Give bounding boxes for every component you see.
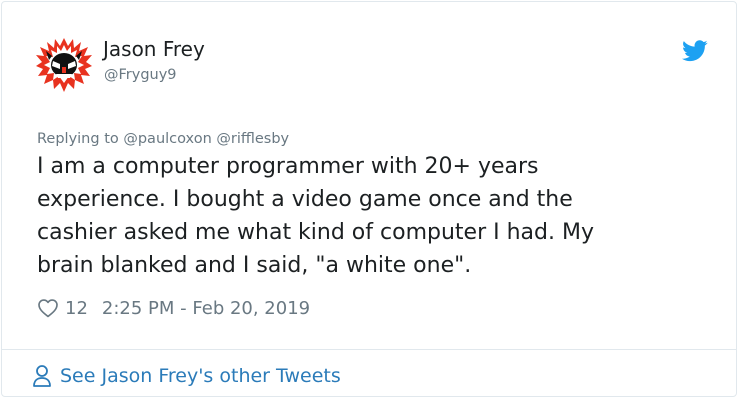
avatar[interactable] <box>35 36 93 94</box>
tweet-text-line: brain blanked and I said, "a white one". <box>37 253 472 278</box>
footer-divider <box>2 349 736 350</box>
like-count[interactable]: 12 <box>65 298 88 319</box>
tweet-timestamp[interactable]: 2:25 PM - Feb 20, 2019 <box>102 298 310 319</box>
tweet-meta: 12 2:25 PM - Feb 20, 2019 <box>37 294 310 322</box>
tweet-text-line: I am a computer programmer with 20+ year… <box>37 154 539 179</box>
tweet-text-line: cashier asked me what kind of computer I… <box>37 220 594 245</box>
tweet-card: Jason Frey @Fryguy9 Replying to @paulcox… <box>1 1 737 397</box>
see-other-tweets-label: See Jason Frey's other Tweets <box>60 365 341 387</box>
author-handle[interactable]: @Fryguy9 <box>104 66 177 84</box>
twitter-bird-icon[interactable] <box>682 40 708 62</box>
see-other-tweets-link[interactable]: See Jason Frey's other Tweets <box>32 362 341 390</box>
person-icon <box>33 365 51 387</box>
heart-icon[interactable] <box>37 297 59 319</box>
author-name[interactable]: Jason Frey <box>103 37 205 61</box>
tweet-text-line: experience. I bought a video game once a… <box>37 187 573 212</box>
tweet-text: I am a computer programmer with 20+ year… <box>37 150 727 282</box>
replying-to: Replying to @paulcoxon @rifflesby <box>37 131 290 147</box>
